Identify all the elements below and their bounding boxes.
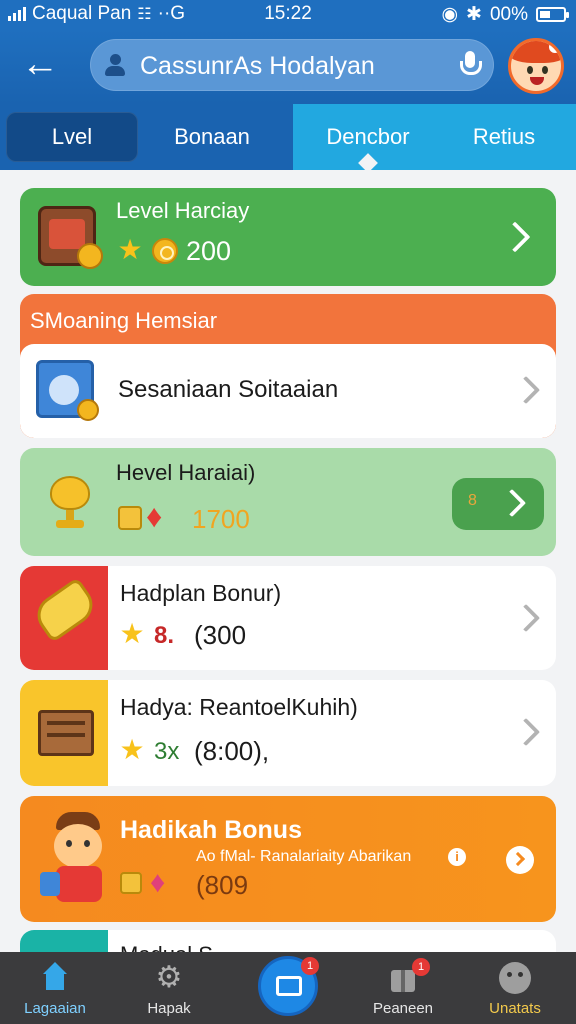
level-card[interactable]: Level Harciay ★ 200 [20, 188, 556, 286]
nav-label: Unatats [489, 1000, 541, 1017]
nav-label: Hapak [147, 1000, 191, 1017]
nav-item-peaneen[interactable]: 1 Peaneen [348, 952, 458, 1024]
battery-label: 00% [489, 3, 528, 25]
section-block: SMoaning Hemsiar Sesaniaan Soitaaian [20, 294, 556, 438]
battery-icon [536, 7, 569, 22]
notification-badge: 1 [301, 957, 319, 975]
home-icon [39, 962, 71, 994]
tab-bonaan[interactable]: Bonaan [150, 112, 274, 162]
chest-icon [38, 206, 103, 269]
tab-dencbor-label: Dencbor [326, 124, 410, 149]
mic-icon[interactable] [458, 51, 482, 79]
section-label: SMoaning Hemsiar [30, 308, 218, 333]
avatar[interactable] [508, 38, 564, 94]
location-icon: ◉ [441, 4, 459, 25]
mascot-icon [36, 812, 120, 908]
hevel-button-number: 8 [468, 492, 477, 509]
hadikah-card[interactable]: Hadikah Bonus Ao fMal- Ranalariaity Abar… [20, 796, 556, 922]
nav-item-unatats[interactable]: Unatats [460, 952, 570, 1024]
hevel-card[interactable]: Hevel Haraiai) ♦ 1700 8 [20, 448, 556, 556]
level-title: Level Harciay [116, 198, 250, 223]
search-text[interactable]: CassunrAs Hodalyan [140, 52, 375, 81]
tab-retius[interactable]: Retius [446, 112, 562, 162]
nav-item-lagaaian[interactable]: Lagaaian [0, 952, 110, 1024]
hadikah-go-button[interactable] [506, 846, 534, 874]
chevron-right-icon [511, 603, 541, 633]
hevel-action-button[interactable]: 8 [452, 478, 544, 530]
hadikah-title: Hadikah Bonus [120, 816, 302, 844]
gear-icon: ⚙ [155, 961, 183, 994]
hadikah-value: (809 [196, 870, 249, 900]
crate-icon [38, 710, 94, 756]
key-icon [120, 872, 142, 894]
chevron-right-icon [497, 488, 527, 518]
user-icon [102, 52, 128, 78]
back-arrow-icon[interactable]: ← [18, 45, 62, 86]
trophy-icon [42, 472, 98, 530]
hadya-title: Hadya: ReantoelKuhih) [120, 694, 358, 720]
hadikah-subtitle: Ao fMal- Ranalariaity Abarikan [196, 848, 412, 865]
hevel-title: Hevel Haraiai) [116, 460, 256, 485]
chevron-right-icon [499, 221, 531, 253]
chevron-right-icon [511, 717, 541, 747]
tab-dencbor[interactable]: Dencbor [300, 112, 436, 173]
hadya-marker: 3x [154, 738, 180, 765]
hadya-value: (8:00), [194, 736, 270, 766]
hadplan-side [20, 566, 108, 670]
nav-label: Peaneen [372, 1000, 434, 1017]
chevron-right-icon [510, 851, 526, 867]
bluetooth-icon: ✱ [466, 4, 482, 25]
info-icon: i [448, 848, 466, 866]
message-fab-button[interactable]: 1 [258, 956, 319, 1016]
box-icon [36, 360, 99, 421]
hadplan-title: Hadplan Bonur) [120, 580, 282, 606]
star-icon: ★ [117, 234, 143, 265]
message-icon [276, 976, 302, 996]
face-icon [499, 962, 531, 994]
hadplan-marker: 8. [154, 622, 175, 649]
hevel-value: 1700 [192, 504, 250, 534]
hadya-side [20, 680, 108, 786]
app-header: ← CassunrAs Hodalyan [0, 30, 576, 104]
hadya-card[interactable]: Hadya: ReantoelKuhih) ★ 3x (8:00), [20, 680, 556, 786]
chevron-right-icon [511, 375, 541, 405]
hadplan-value: (300 [194, 620, 247, 650]
star-icon: ★ [119, 618, 145, 649]
hadplan-card[interactable]: Hadplan Bonur) ★ 8. (300 [20, 566, 556, 670]
nav-label: Lagaaian [24, 1000, 86, 1017]
scroll-icon [29, 576, 101, 644]
tab-lvel[interactable]: Lvel [6, 112, 138, 162]
tab-bar: Lvel Bonaan Dencbor Retius [0, 104, 576, 173]
sesanian-card[interactable]: Sesaniaan Soitaaian [20, 344, 556, 438]
search-bar[interactable]: CassunrAs Hodalyan [90, 39, 494, 91]
nav-item-hapak[interactable]: ⚙ Hapak [114, 952, 224, 1024]
sesanian-title: Sesaniaan Soitaaian [118, 376, 339, 403]
notification-badge: 1 [412, 958, 430, 976]
status-right: ◉ ✱ 00% [441, 3, 569, 26]
level-value: 200 [186, 236, 232, 266]
status-bar: Caqual Pan ☷ ··G 15:22 ◉ ✱ 00% [0, 0, 576, 30]
key-icon [118, 506, 142, 530]
gem-icon: ♦ [146, 498, 163, 534]
coin-icon [152, 238, 178, 264]
gem-icon: ♦ [150, 866, 166, 899]
star-icon: ★ [119, 734, 145, 765]
